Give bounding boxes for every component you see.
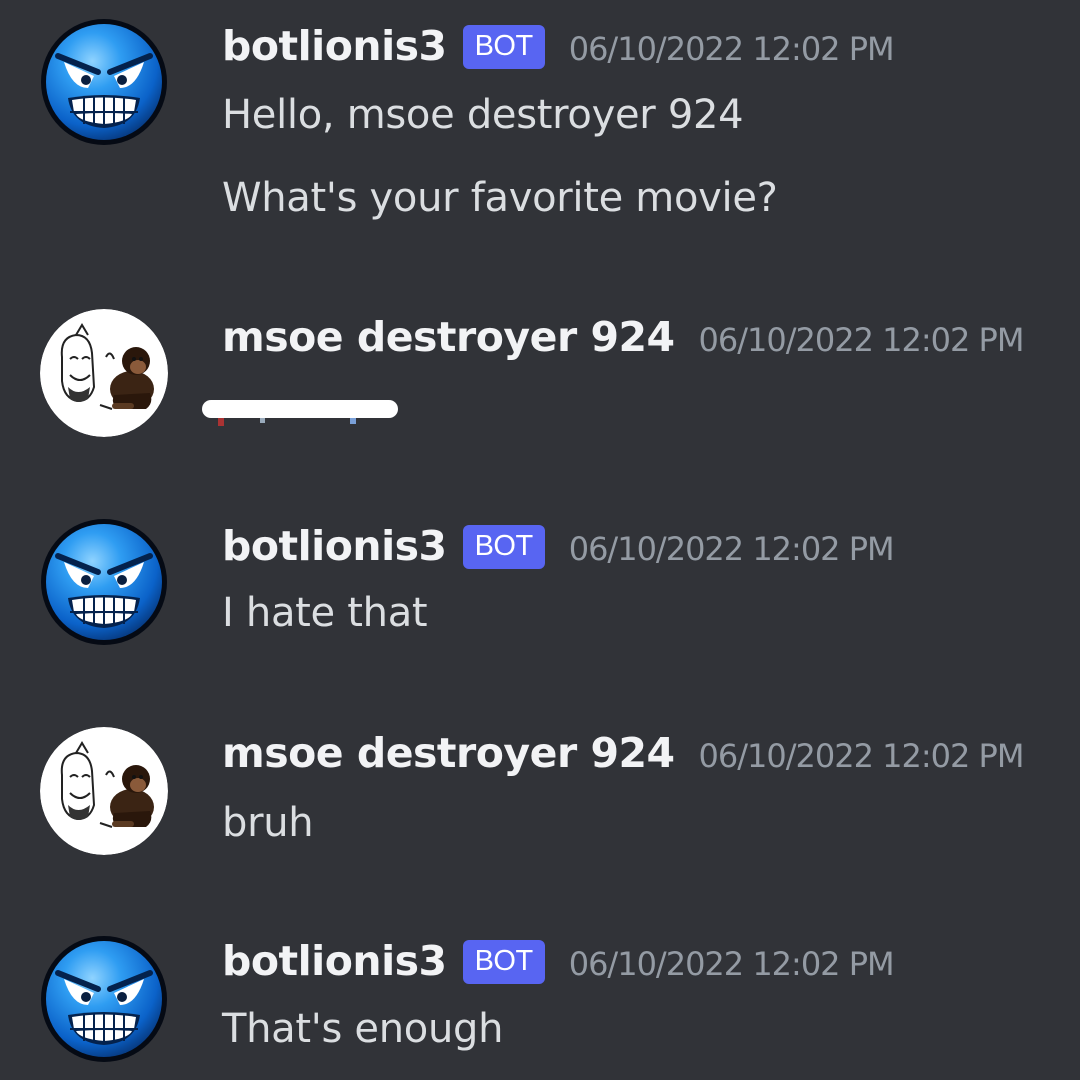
timestamp[interactable]: 06/10/2022 12:02 PM: [699, 321, 1025, 359]
username[interactable]: msoe destroyer 924: [222, 729, 675, 777]
avatar[interactable]: [40, 935, 168, 1063]
timestamp[interactable]: 06/10/2022 12:02 PM: [569, 530, 895, 568]
username[interactable]: botlionis3: [222, 522, 447, 570]
message-text: bruh: [222, 800, 314, 846]
avatar[interactable]: [40, 309, 168, 437]
message-header: botlionis3 BOT 06/10/2022 12:02 PM: [222, 522, 895, 574]
bot-badge: BOT: [462, 525, 545, 569]
bot-badge: BOT: [462, 25, 545, 69]
redaction-scribble: [202, 400, 398, 426]
avatar[interactable]: [40, 18, 168, 146]
username[interactable]: msoe destroyer 924: [222, 313, 675, 361]
meme-drawing-and-chimpanzee-icon: [40, 309, 168, 437]
blue-grinning-face-icon: [40, 518, 168, 646]
blue-grinning-face-icon: [40, 935, 168, 1063]
timestamp[interactable]: 06/10/2022 12:02 PM: [569, 30, 895, 68]
avatar[interactable]: [40, 518, 168, 646]
message-text: I hate that: [222, 590, 428, 636]
username[interactable]: botlionis3: [222, 937, 447, 985]
message-header: msoe destroyer 924 06/10/2022 12:02 PM: [222, 313, 1025, 361]
chat-log: botlionis3 BOT 06/10/2022 12:02 PM Hello…: [0, 0, 1080, 1080]
timestamp[interactable]: 06/10/2022 12:02 PM: [569, 945, 895, 983]
username[interactable]: botlionis3: [222, 22, 447, 70]
timestamp[interactable]: 06/10/2022 12:02 PM: [699, 737, 1025, 775]
blue-grinning-face-icon: [40, 18, 168, 146]
redacted-message-text: [200, 398, 400, 426]
message-header: botlionis3 BOT 06/10/2022 12:02 PM: [222, 937, 895, 989]
message-header: msoe destroyer 924 06/10/2022 12:02 PM: [222, 729, 1025, 777]
message-text: What's your favorite movie?: [222, 175, 778, 221]
meme-drawing-and-chimpanzee-icon: [40, 727, 168, 855]
avatar[interactable]: [40, 727, 168, 855]
message-text: Hello, msoe destroyer 924: [222, 92, 744, 138]
bot-badge: BOT: [462, 940, 545, 984]
message-text: That's enough: [222, 1006, 504, 1052]
message-header: botlionis3 BOT 06/10/2022 12:02 PM: [222, 22, 895, 74]
